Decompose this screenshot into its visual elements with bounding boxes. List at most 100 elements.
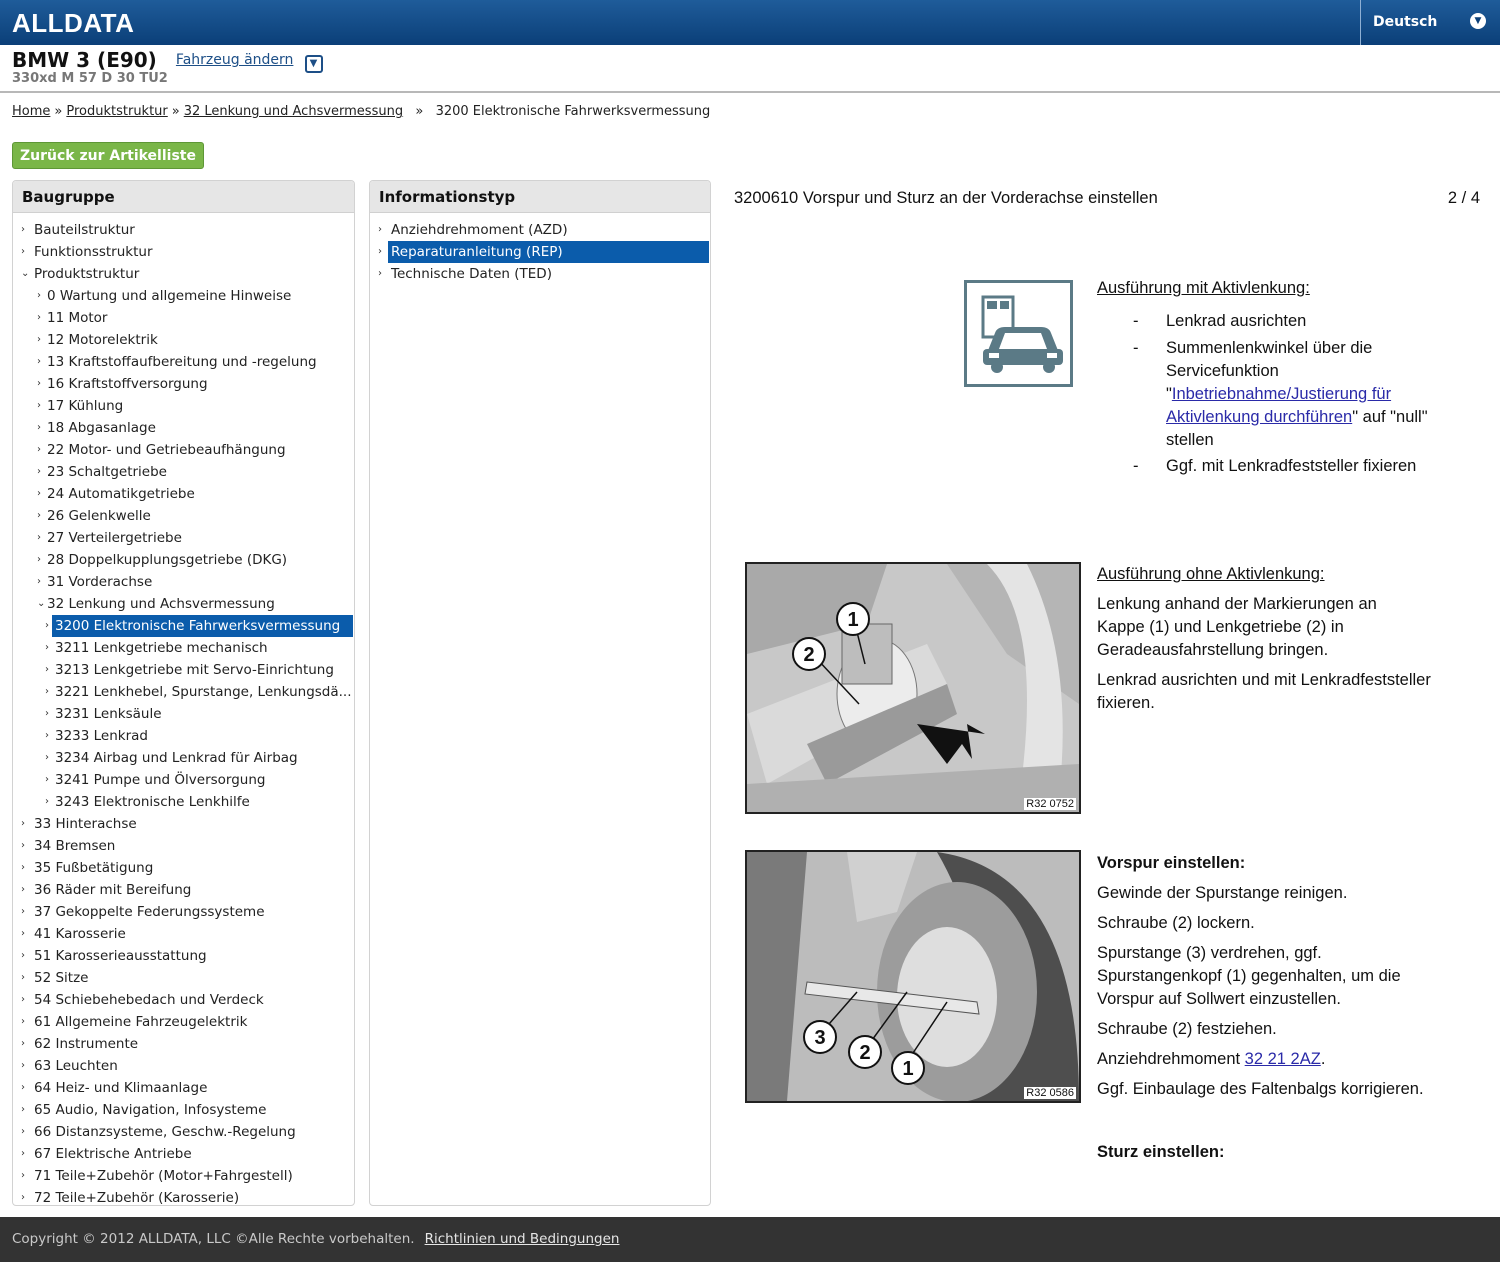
chevron-right-icon[interactable]: › [45,659,49,681]
breadcrumb-produktstruktur[interactable]: Produktstruktur [66,104,167,119]
baugruppe-tree-item[interactable]: › 18 Abgasanlage [13,417,354,439]
baugruppe-tree-item[interactable]: › 3200 Elektronische Fahrwerksvermessung [13,615,354,637]
dropdown-icon[interactable]: ▼ [304,55,323,73]
chevron-right-icon[interactable]: › [37,571,41,593]
baugruppe-tree-item[interactable]: › Bauteilstruktur [13,219,354,241]
chevron-right-icon[interactable]: › [378,219,382,241]
baugruppe-tree-item[interactable]: › 3241 Pumpe und Ölversorgung [13,769,354,791]
baugruppe-tree-item[interactable]: › 3221 Lenkhebel, Spurstange, Lenkungsdä.… [13,681,354,703]
chevron-right-icon[interactable]: › [45,769,49,791]
chevron-right-icon[interactable]: › [21,1187,25,1205]
chevron-right-icon[interactable]: › [21,241,25,263]
chevron-right-icon[interactable]: › [37,373,41,395]
chevron-right-icon[interactable]: › [21,1165,25,1187]
baugruppe-tree-item[interactable]: › 52 Sitze [13,967,354,989]
language-selector[interactable]: Deutsch ▼ [1360,0,1500,45]
chevron-right-icon[interactable]: › [45,615,49,637]
chevron-right-icon[interactable]: › [37,483,41,505]
baugruppe-tree-item[interactable]: › 3211 Lenkgetriebe mechanisch [13,637,354,659]
chevron-right-icon[interactable]: › [37,307,41,329]
chevron-down-icon[interactable]: ⌄ [21,263,29,285]
baugruppe-tree-item[interactable]: › 11 Motor [13,307,354,329]
chevron-right-icon[interactable]: › [45,725,49,747]
baugruppe-tree-item[interactable]: › 64 Heiz- und Klimaanlage [13,1077,354,1099]
baugruppe-tree-item[interactable]: › 22 Motor- und Getriebeaufhängung [13,439,354,461]
chevron-right-icon[interactable]: › [21,1011,25,1033]
chevron-right-icon[interactable]: › [21,857,25,879]
chevron-right-icon[interactable]: › [21,923,25,945]
chevron-down-icon[interactable]: ⌄ [37,593,45,615]
baugruppe-tree-item[interactable]: › 3231 Lenksäule [13,703,354,725]
chevron-right-icon[interactable]: › [45,637,49,659]
baugruppe-tree-item[interactable]: › 36 Räder mit Bereifung [13,879,354,901]
baugruppe-tree-item[interactable]: › 34 Bremsen [13,835,354,857]
baugruppe-tree-item[interactable]: › 3234 Airbag und Lenkrad für Airbag [13,747,354,769]
chevron-right-icon[interactable]: › [21,1121,25,1143]
baugruppe-tree-item[interactable]: › 0 Wartung und allgemeine Hinweise [13,285,354,307]
baugruppe-tree-item[interactable]: › 16 Kraftstoffversorgung [13,373,354,395]
chevron-right-icon[interactable]: › [45,791,49,813]
baugruppe-tree-item[interactable]: › 66 Distanzsysteme, Geschw.-Regelung [13,1121,354,1143]
change-vehicle-link[interactable]: Fahrzeug ändern [176,52,293,68]
chevron-right-icon[interactable]: › [37,329,41,351]
chevron-right-icon[interactable]: › [21,989,25,1011]
breadcrumb-home[interactable]: Home [12,104,50,119]
baugruppe-tree-item[interactable]: › 24 Automatikgetriebe [13,483,354,505]
baugruppe-tree-item[interactable]: › 51 Karosserieausstattung [13,945,354,967]
chevron-right-icon[interactable]: › [21,945,25,967]
chevron-right-icon[interactable]: › [21,835,25,857]
baugruppe-tree-item[interactable]: › 67 Elektrische Antriebe [13,1143,354,1165]
baugruppe-tree-item[interactable]: › 35 Fußbetätigung [13,857,354,879]
chevron-right-icon[interactable]: › [378,263,382,285]
chevron-right-icon[interactable]: › [21,219,25,241]
baugruppe-tree-item[interactable]: › 63 Leuchten [13,1055,354,1077]
baugruppe-tree-item[interactable]: ⌄ 32 Lenkung und Achsvermessung [13,593,354,615]
chevron-right-icon[interactable]: › [21,813,25,835]
baugruppe-tree-item[interactable]: › 62 Instrumente [13,1033,354,1055]
chevron-right-icon[interactable]: › [21,1077,25,1099]
breadcrumb-lenkung[interactable]: 32 Lenkung und Achsvermessung [184,104,403,119]
chevron-right-icon[interactable]: › [45,703,49,725]
baugruppe-tree-item[interactable]: › 27 Verteilergetriebe [13,527,354,549]
chevron-right-icon[interactable]: › [21,967,25,989]
chevron-right-icon[interactable]: › [37,395,41,417]
torque-link[interactable]: 32 21 2AZ [1245,1050,1321,1068]
chevron-right-icon[interactable]: › [37,351,41,373]
baugruppe-tree-item[interactable]: › 41 Karosserie [13,923,354,945]
baugruppe-tree-item[interactable]: ⌄ Produktstruktur [13,263,354,285]
baugruppe-tree-item[interactable]: › Funktionsstruktur [13,241,354,263]
informationstyp-item[interactable]: › Reparaturanleitung (REP) [370,241,710,263]
chevron-right-icon[interactable]: › [37,285,41,307]
terms-link[interactable]: Richtlinien und Bedingungen [425,1231,620,1247]
chevron-right-icon[interactable]: › [21,1099,25,1121]
baugruppe-tree-item[interactable]: › 72 Teile+Zubehör (Karosserie) [13,1187,354,1205]
baugruppe-tree-item[interactable]: › 31 Vorderachse [13,571,354,593]
chevron-right-icon[interactable]: › [21,879,25,901]
baugruppe-tree-item[interactable]: › 28 Doppelkupplungsgetriebe (DKG) [13,549,354,571]
chevron-right-icon[interactable]: › [21,1055,25,1077]
baugruppe-tree-item[interactable]: › 61 Allgemeine Fahrzeugelektrik [13,1011,354,1033]
informationstyp-item[interactable]: › Technische Daten (TED) [370,263,710,285]
baugruppe-tree-item[interactable]: › 3243 Elektronische Lenkhilfe [13,791,354,813]
alldata-logo[interactable]: ALLDATA [12,8,134,39]
baugruppe-tree-item[interactable]: › 13 Kraftstoffaufbereitung und -regelung [13,351,354,373]
chevron-right-icon[interactable]: › [21,901,25,923]
chevron-right-icon[interactable]: › [45,747,49,769]
baugruppe-tree-item[interactable]: › 26 Gelenkwelle [13,505,354,527]
chevron-right-icon[interactable]: › [37,439,41,461]
chevron-right-icon[interactable]: › [37,527,41,549]
chevron-right-icon[interactable]: › [37,549,41,571]
back-to-list-button[interactable]: Zurück zur Artikelliste [12,142,204,169]
baugruppe-tree-item[interactable]: › 3233 Lenkrad [13,725,354,747]
baugruppe-tree-item[interactable]: › 65 Audio, Navigation, Infosysteme [13,1099,354,1121]
chevron-right-icon[interactable]: › [21,1143,25,1165]
chevron-right-icon[interactable]: › [378,241,382,263]
baugruppe-tree-item[interactable]: › 23 Schaltgetriebe [13,461,354,483]
chevron-right-icon[interactable]: › [21,1033,25,1055]
chevron-right-icon[interactable]: › [45,681,49,703]
baugruppe-tree-item[interactable]: › 3213 Lenkgetriebe mit Servo-Einrichtung [13,659,354,681]
baugruppe-tree-item[interactable]: › 37 Gekoppelte Federungssysteme [13,901,354,923]
baugruppe-tree-item[interactable]: › 17 Kühlung [13,395,354,417]
baugruppe-tree-item[interactable]: › 33 Hinterachse [13,813,354,835]
baugruppe-tree-item[interactable]: › 12 Motorelektrik [13,329,354,351]
